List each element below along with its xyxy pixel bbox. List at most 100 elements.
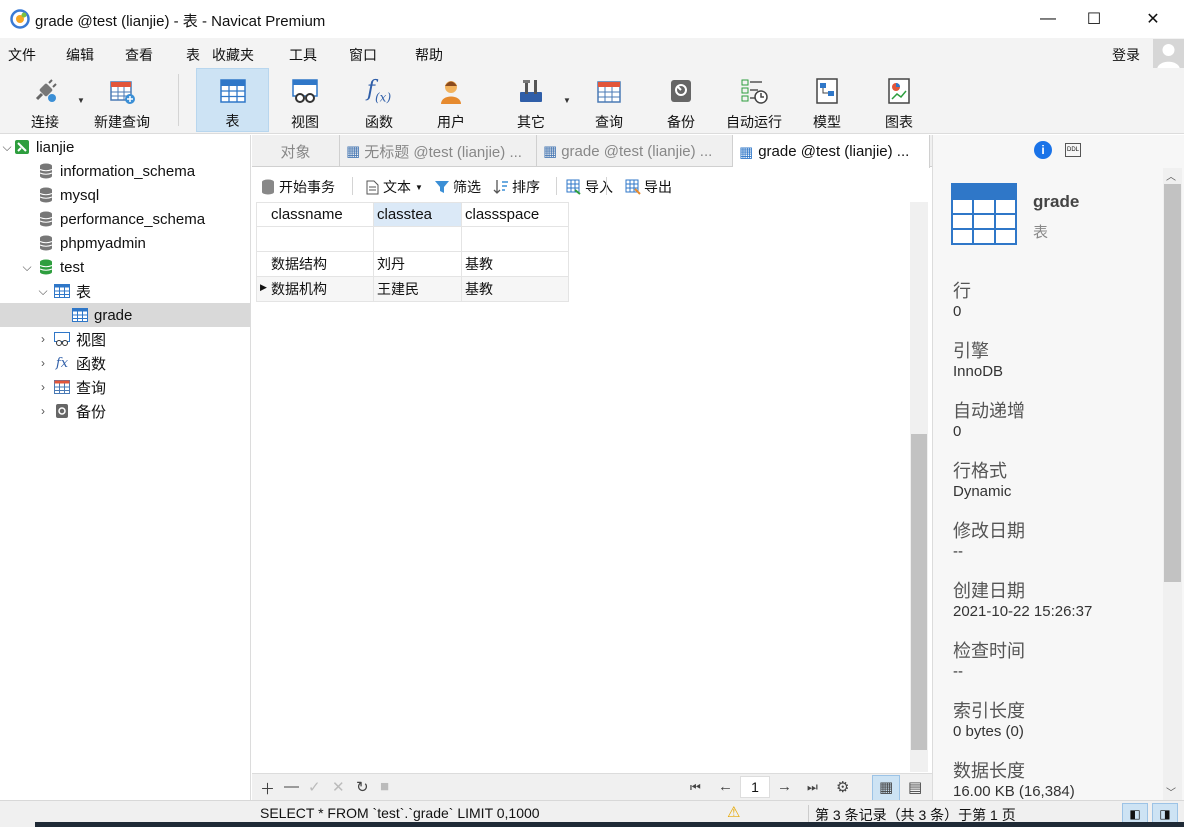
tab-grade-data[interactable]: ▦ grade @test (lianjie) ... [733,135,930,168]
table-row[interactable]: 数据结构 刘丹 基教 [256,251,569,277]
export-icon [625,179,641,195]
close-button[interactable]: ✕ [1130,0,1176,38]
grid-cell[interactable] [373,226,462,252]
grid-scrollbar-thumb[interactable] [911,434,927,750]
chevron-down-icon[interactable]: ▼ [77,96,85,105]
tree-database-test[interactable]: ⌵ test [0,255,250,279]
chevron-down-icon[interactable]: ▼ [563,96,571,105]
chevron-down-icon[interactable]: ⌵ [0,140,14,155]
info-label: 创建日期 [953,581,1025,601]
menu-help[interactable]: 帮助 [415,45,443,65]
toolbar-query-button[interactable]: 查询 [578,68,640,132]
toolbar-chart-button[interactable]: 图表 [868,68,930,132]
column-header[interactable]: classname [256,202,374,227]
grid-cell[interactable] [461,226,569,252]
grid-cell[interactable]: ▶ 数据机构 [256,276,374,302]
page-number-input[interactable]: 1 [740,776,770,798]
stop-icon[interactable]: ■ [380,778,389,795]
form-view-icon[interactable]: ▤ [908,778,922,796]
text-view-button[interactable]: 文本 ▼ [364,177,423,197]
tree-queries-group[interactable]: › 查询 [0,375,250,399]
previous-page-icon[interactable]: ← [718,778,733,795]
grid-cell[interactable]: 基教 [461,251,569,277]
tree-database[interactable]: mysql [0,183,250,207]
data-grid: classname classtea classspace 数据结构 刘丹 基教… [256,202,908,774]
menu-view[interactable]: 查看 [125,45,153,65]
toolbar-label: 自动运行 [726,114,782,130]
tree-tables-group[interactable]: ⌵ 表 [0,279,250,303]
export-button[interactable]: 导出 [625,177,672,197]
toolbar-view-button[interactable]: 视图 [274,68,336,132]
tree-connection[interactable]: ⌵ lianjie [0,135,250,159]
toolbar-label: 模型 [813,114,841,130]
grid-cell[interactable]: 数据结构 [256,251,374,277]
toolbar-other-button[interactable]: 其它 [500,68,562,132]
tree-views-group[interactable]: › 视图 [0,327,250,351]
info-scrollbar-thumb[interactable] [1164,184,1181,582]
discard-changes-icon[interactable]: ✕ [332,778,345,796]
tree-backups-group[interactable]: › 备份 [0,399,250,423]
grid-cell[interactable]: 刘丹 [373,251,462,277]
login-link[interactable]: 登录 [1112,45,1140,65]
refresh-icon[interactable]: ↻ [356,778,369,796]
avatar[interactable] [1153,39,1184,70]
user-avatar-icon [1157,44,1180,70]
tree-database[interactable]: information_schema [0,159,250,183]
tab-grade-design[interactable]: ▦ grade @test (lianjie) ... [537,135,733,167]
function-icon: f(x) [366,77,392,105]
toolbar-model-button[interactable]: 模型 [796,68,858,132]
menu-tools[interactable]: 工具 [289,45,317,65]
add-record-icon[interactable]: ＋ [260,778,275,799]
tree-functions-group[interactable]: › fx 函数 [0,351,250,375]
chevron-right-icon[interactable]: › [36,380,50,394]
toolbar-function-button[interactable]: f(x) 函数 [348,68,410,132]
ddl-icon[interactable]: DDL [1065,143,1081,157]
info-value: -- [953,663,963,680]
tab-objects[interactable]: 对象 [252,135,340,167]
next-page-icon[interactable]: → [777,778,792,795]
toolbar-table-button[interactable]: 表 [196,68,269,132]
filter-button[interactable]: 筛选 [434,177,481,197]
tree-table-grade[interactable]: grade [0,303,250,327]
grid-cell[interactable]: 基教 [461,276,569,302]
menu-file[interactable]: 文件 [8,45,36,65]
menu-table[interactable]: 表 [186,45,200,65]
sort-button[interactable]: 排序 [493,177,540,197]
toolbar-user-button[interactable]: 用户 [420,68,482,132]
first-page-icon[interactable]: ⏮ [690,780,701,795]
chevron-right-icon[interactable]: › [36,404,50,418]
apply-changes-icon[interactable]: ✓ [308,778,321,796]
chevron-right-icon[interactable]: › [36,332,50,346]
tab-untitled-query[interactable]: ▦ 无标题 @test (lianjie) ... [340,135,537,167]
scroll-down-icon[interactable]: ﹀ [1166,784,1176,799]
gear-icon[interactable]: ⚙ [836,778,849,796]
grid-cell[interactable]: 王建民 [373,276,462,302]
begin-transaction-button[interactable]: 开始事务 [260,177,335,197]
toolbar-backup-button[interactable]: 备份 [650,68,712,132]
chevron-down-icon[interactable]: ⌵ [36,284,50,299]
toolbar-connect-button[interactable]: 连接 [14,68,76,132]
menu-window[interactable]: 窗口 [349,45,377,65]
toolbar-label: 图表 [885,114,913,130]
table-row[interactable] [256,226,569,252]
last-page-icon[interactable]: ⏭ [807,780,818,795]
maximize-button[interactable]: ☐ [1071,0,1117,38]
tree-database[interactable]: performance_schema [0,207,250,231]
tree-database[interactable]: phpmyadmin [0,231,250,255]
info-icon[interactable]: i [1034,141,1052,159]
minimize-button[interactable]: — [1025,0,1071,38]
menu-favorites[interactable]: 收藏夹 [212,45,254,65]
table-row-current[interactable]: ▶ 数据机构 王建民 基教 [256,276,569,302]
delete-record-icon[interactable]: — [284,778,299,795]
scroll-up-icon[interactable]: ︿ [1166,168,1176,183]
column-header[interactable]: classspace [461,202,569,227]
chevron-right-icon[interactable]: › [36,356,50,370]
toolbar-new-query-button[interactable]: 新建查询 [88,68,156,132]
menu-edit[interactable]: 编辑 [66,45,94,65]
warning-icon[interactable]: ⚠ [727,803,740,821]
chevron-down-icon[interactable]: ⌵ [20,260,34,275]
column-header[interactable]: classtea [373,202,462,227]
toolbar-automation-button[interactable]: 自动运行 [720,68,788,132]
grid-cell[interactable] [256,226,374,252]
group-label: 函数 [76,355,107,373]
